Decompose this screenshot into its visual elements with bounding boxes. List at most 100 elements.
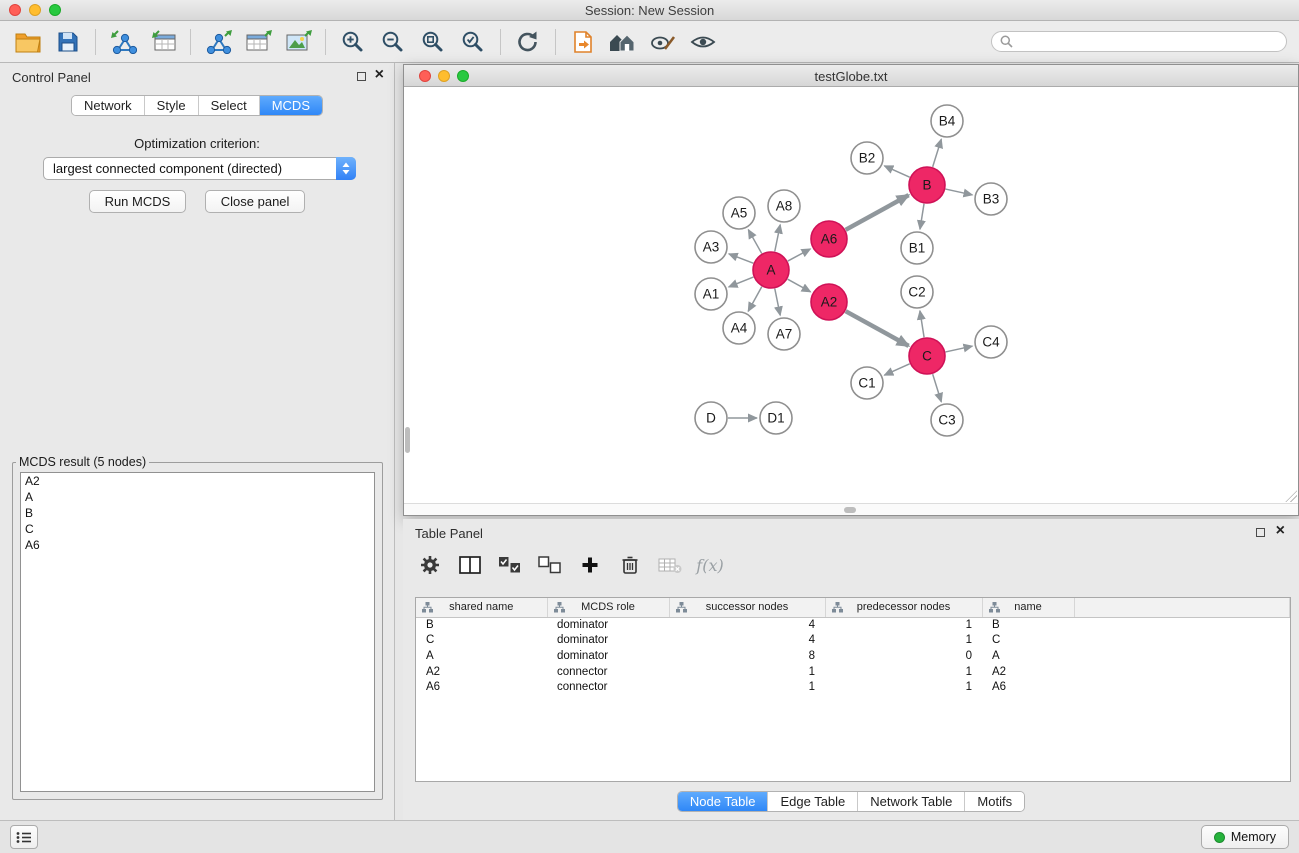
mcds-result-item[interactable]: A2: [21, 473, 374, 489]
float-panel-icon[interactable]: [357, 72, 366, 81]
graph-node-C1[interactable]: C1: [851, 367, 883, 399]
import-network-icon: [109, 29, 137, 54]
zoom-out-button[interactable]: [373, 25, 413, 59]
graph-node-D[interactable]: D: [695, 402, 727, 434]
table-settings-button[interactable]: [413, 549, 447, 581]
run-mcds-button[interactable]: Run MCDS: [89, 190, 187, 213]
window-titlebar: Session: New Session: [0, 0, 1299, 21]
tab-style[interactable]: Style: [144, 96, 198, 115]
graph-node-A8[interactable]: A8: [768, 190, 800, 222]
show-hide-button[interactable]: [683, 25, 723, 59]
open-session-file-button[interactable]: [563, 25, 603, 59]
tab-network[interactable]: Network: [72, 96, 144, 115]
network-canvas[interactable]: B4 B2 B B3 A5 A8 A6 B1 A3 A C2 A1 A2 A4 A7 C4 C C1 C3 D D1: [404, 87, 1298, 503]
svg-text:A5: A5: [731, 206, 748, 221]
home-button[interactable]: [603, 25, 643, 59]
tab-select[interactable]: Select: [198, 96, 259, 115]
vertical-scroll-thumb[interactable]: [405, 427, 410, 453]
select-all-button[interactable]: [493, 549, 527, 581]
zoom-selected-button[interactable]: [453, 25, 493, 59]
delete-table-button[interactable]: [653, 549, 687, 581]
table-tab-motifs[interactable]: Motifs: [964, 792, 1024, 811]
zoom-in-button[interactable]: [333, 25, 373, 59]
dropdown-value: largest connected component (directed): [53, 161, 282, 176]
table-tabs: Node TableEdge TableNetwork TableMotifs: [677, 791, 1025, 812]
show-panel-menu-button[interactable]: [10, 825, 38, 849]
column-header-name[interactable]: name: [982, 598, 1074, 617]
graph-node-B2[interactable]: B2: [851, 142, 883, 174]
table-row[interactable]: Bdominator41B: [416, 617, 1290, 633]
function-builder-button[interactable]: f(x): [693, 549, 727, 581]
table-row[interactable]: A2connector11A2: [416, 664, 1290, 680]
graph-node-C2[interactable]: C2: [901, 276, 933, 308]
svg-text:C3: C3: [938, 413, 955, 428]
graph-node-A2[interactable]: A2: [811, 284, 847, 320]
graphics-details-button[interactable]: [643, 25, 683, 59]
deselect-all-icon: [538, 556, 562, 574]
search-input[interactable]: [1018, 35, 1278, 49]
graph-node-B3[interactable]: B3: [975, 183, 1007, 215]
export-image-button[interactable]: [278, 25, 318, 59]
tab-mcds[interactable]: MCDS: [259, 96, 322, 115]
graph-node-A[interactable]: A: [753, 252, 789, 288]
graph-node-A7[interactable]: A7: [768, 318, 800, 350]
graph-node-D1[interactable]: D1: [760, 402, 792, 434]
optimization-criterion-label: Optimization criterion:: [0, 136, 394, 151]
graph-node-A1[interactable]: A1: [695, 278, 727, 310]
graph-node-C3[interactable]: C3: [931, 404, 963, 436]
vertical-scrollbar[interactable]: [404, 87, 411, 503]
deselect-all-button[interactable]: [533, 549, 567, 581]
table-tab-node-table[interactable]: Node Table: [678, 792, 768, 811]
export-network-button[interactable]: [198, 25, 238, 59]
close-panel-button[interactable]: Close panel: [205, 190, 306, 213]
table-tab-network-table[interactable]: Network Table: [857, 792, 964, 811]
horizontal-scroll-thumb[interactable]: [844, 507, 856, 513]
mcds-result-title: MCDS result (5 nodes): [16, 455, 149, 469]
close-panel-icon[interactable]: ×: [375, 66, 384, 84]
save-session-button[interactable]: [48, 25, 88, 59]
zoom-selected-icon: [461, 30, 485, 54]
zoom-fit-button[interactable]: [413, 25, 453, 59]
close-table-panel-icon[interactable]: ×: [1276, 522, 1285, 540]
table-row[interactable]: Adominator80A: [416, 648, 1290, 664]
graph-node-A6[interactable]: A6: [811, 221, 847, 257]
graph-node-C4[interactable]: C4: [975, 326, 1007, 358]
show-columns-button[interactable]: [453, 549, 487, 581]
svg-text:C1: C1: [858, 376, 875, 391]
mcds-result-item[interactable]: B: [21, 505, 374, 521]
add-column-button[interactable]: [573, 549, 607, 581]
export-table-button[interactable]: [238, 25, 278, 59]
svg-text:A4: A4: [731, 321, 748, 336]
graph-node-A4[interactable]: A4: [723, 312, 755, 344]
column-header-MCDS-role[interactable]: MCDS role: [547, 598, 669, 617]
table-tab-edge-table[interactable]: Edge Table: [767, 792, 857, 811]
column-header-predecessor-nodes[interactable]: predecessor nodes: [825, 598, 982, 617]
table-row[interactable]: A6connector11A6: [416, 679, 1290, 695]
graph-node-B1[interactable]: B1: [901, 232, 933, 264]
graph-node-B[interactable]: B: [909, 167, 945, 203]
graph-node-A5[interactable]: A5: [723, 197, 755, 229]
float-table-panel-icon[interactable]: [1256, 528, 1265, 537]
svg-text:B3: B3: [983, 192, 1000, 207]
refresh-icon: [515, 30, 541, 54]
import-network-button[interactable]: [103, 25, 143, 59]
resize-grip[interactable]: [1285, 490, 1297, 502]
memory-button[interactable]: Memory: [1201, 825, 1289, 849]
graph-node-A3[interactable]: A3: [695, 231, 727, 263]
apply-layout-button[interactable]: [508, 25, 548, 59]
horizontal-scrollbar[interactable]: [404, 503, 1298, 515]
table-row[interactable]: Cdominator41C: [416, 633, 1290, 649]
mcds-result-item[interactable]: C: [21, 521, 374, 537]
open-session-button[interactable]: [8, 25, 48, 59]
mcds-result-item[interactable]: A: [21, 489, 374, 505]
attribute-tree-icon: [989, 602, 1000, 616]
column-header-successor-nodes[interactable]: successor nodes: [669, 598, 825, 617]
import-table-button[interactable]: [143, 25, 183, 59]
graph-node-C[interactable]: C: [909, 338, 945, 374]
mcds-result-item[interactable]: A6: [21, 537, 374, 553]
optimization-criterion-dropdown[interactable]: largest connected component (directed): [43, 157, 356, 180]
column-header-shared-name[interactable]: shared name: [416, 598, 547, 617]
attribute-tree-icon: [422, 602, 433, 616]
graph-node-B4[interactable]: B4: [931, 105, 963, 137]
delete-column-button[interactable]: [613, 549, 647, 581]
